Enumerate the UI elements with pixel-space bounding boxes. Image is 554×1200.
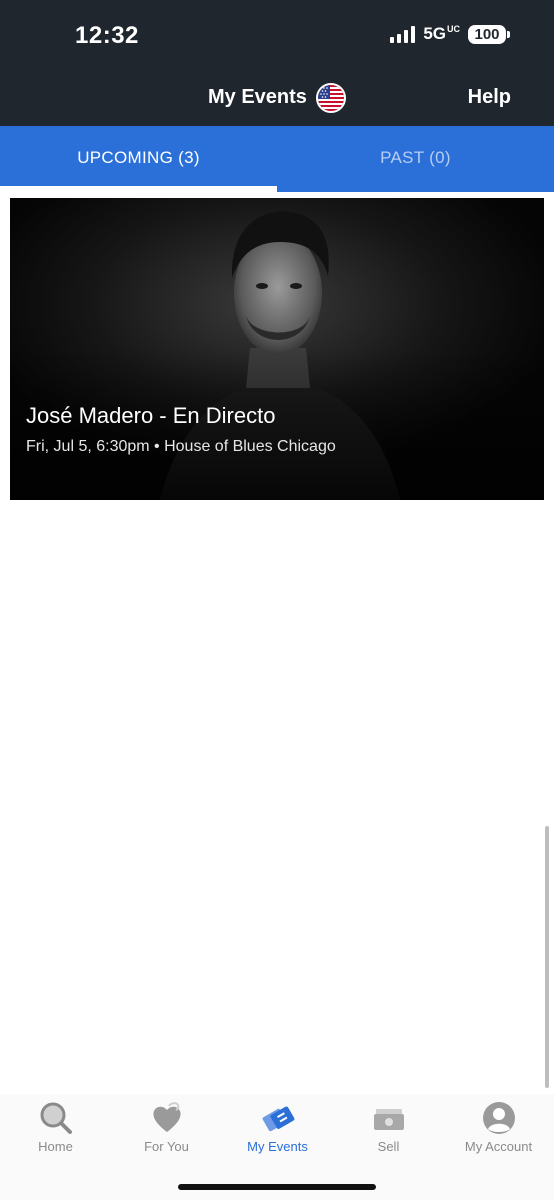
heart-icon	[152, 1102, 181, 1132]
signal-icon	[390, 25, 416, 43]
status-icons: 5G UC 100	[390, 24, 510, 44]
nav-item-sell[interactable]: Sell	[333, 1094, 444, 1164]
nav-label-my-account: My Account	[464, 1139, 533, 1154]
nav-item-my-account[interactable]: My Account	[443, 1094, 554, 1164]
network-type: 5G	[423, 24, 446, 43]
tab-upcoming[interactable]: UPCOMING (3)	[0, 126, 277, 192]
status-time: 12:32	[75, 22, 139, 49]
nav-item-my-events[interactable]: My Events	[222, 1094, 333, 1164]
top-bar: 12:32 5G UC 100 My Events Help	[0, 0, 554, 126]
search-icon	[40, 1102, 72, 1134]
active-tab-indicator	[0, 186, 277, 192]
nav-item-for-you[interactable]: For You	[111, 1094, 222, 1164]
network-indicator: 5G UC	[423, 24, 460, 44]
nav-item-home[interactable]: Home	[0, 1094, 111, 1164]
money-icon	[373, 1109, 404, 1130]
event-title: José Madero - En Directo	[26, 403, 276, 428]
account-icon	[482, 1102, 515, 1134]
event-card[interactable]: José Madero - En Directo Fri, Jul 5, 6:3…	[10, 198, 544, 500]
event-details: Fri, Jul 5, 6:30pm • House of Blues Chic…	[26, 438, 336, 455]
network-suffix: UC	[447, 24, 460, 34]
nav-label-my-events: My Events	[247, 1139, 308, 1154]
nav-label-home: Home	[38, 1139, 73, 1154]
help-link[interactable]: Help	[468, 86, 511, 109]
tab-past[interactable]: PAST (0)	[277, 126, 554, 192]
event-tabs: UPCOMING (3) PAST (0)	[0, 126, 554, 192]
battery-icon: 100	[468, 24, 510, 44]
scrollbar[interactable]	[545, 826, 549, 1088]
home-indicator[interactable]	[178, 1184, 376, 1190]
page-title: My Events	[208, 86, 307, 108]
nav-label-for-you: For You	[144, 1139, 189, 1154]
battery-level: 100	[468, 24, 506, 44]
us-flag-icon[interactable]	[316, 83, 346, 113]
nav-label-sell: Sell	[377, 1139, 400, 1154]
tickets-icon	[262, 1106, 294, 1132]
